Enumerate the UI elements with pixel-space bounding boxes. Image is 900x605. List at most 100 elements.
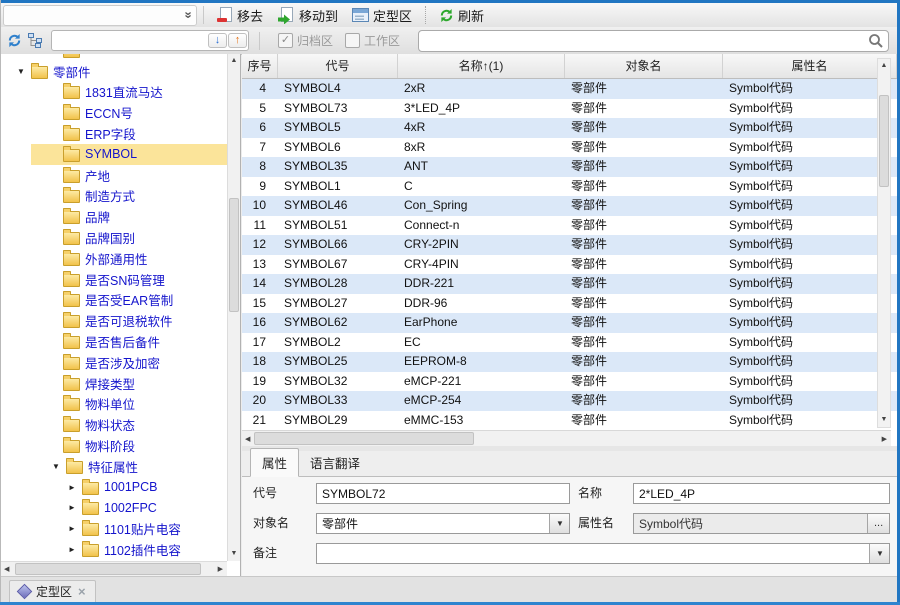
table-row[interactable]: 8 SYMBOL35 ANT 零部件 Symbol代码: [242, 157, 897, 177]
tree-expand-icon[interactable]: ►: [68, 524, 82, 533]
table-scroll-left-icon[interactable]: ◀: [245, 435, 250, 445]
tree-item[interactable]: 物料状态: [1, 414, 227, 435]
column-header-name-sorted[interactable]: 名称↑(1): [398, 54, 565, 78]
tree-expand-icon[interactable]: ▼: [17, 67, 31, 76]
toolbar-overflow-area[interactable]: »: [3, 5, 197, 26]
column-header-object[interactable]: 对象名: [565, 54, 723, 78]
table-row[interactable]: 11 SYMBOL51 Connect-n 零部件 Symbol代码: [242, 216, 897, 236]
table-row[interactable]: 10 SYMBOL46 Con_Spring 零部件 Symbol代码: [242, 196, 897, 216]
arrow-up-button[interactable]: ↑: [228, 33, 247, 48]
tree-filter-input[interactable]: [52, 33, 208, 48]
close-icon[interactable]: ×: [78, 585, 86, 598]
remove-button[interactable]: 移去: [210, 4, 270, 27]
tree-item[interactable]: ▼ 特征属性: [1, 456, 227, 477]
scroll-right-icon[interactable]: ▶: [218, 565, 223, 575]
object-dropdown-icon[interactable]: ▼: [549, 514, 569, 533]
table-row[interactable]: 20 SYMBOL33 eMCP-254 零部件 Symbol代码: [242, 391, 897, 411]
tree-item[interactable]: ECCN号: [1, 102, 227, 123]
tree-item[interactable]: ▼ 零部件: [1, 61, 227, 82]
tree-item[interactable]: SYMBOL: [1, 144, 227, 165]
attr-more-button[interactable]: ...: [867, 514, 889, 533]
table-row[interactable]: 19 SYMBOL32 eMCP-221 零部件 Symbol代码: [242, 372, 897, 392]
archive-checkbox[interactable]: ✓ 归档区: [278, 32, 333, 49]
scroll-left-icon[interactable]: ◀: [4, 565, 9, 575]
sidebar-horizontal-scrollbar[interactable]: ◀ ▶: [1, 561, 227, 576]
tree-item[interactable]: [1, 54, 227, 61]
remark-input[interactable]: [317, 544, 869, 563]
tree-item[interactable]: 外部通用性: [1, 248, 227, 269]
tab-translation[interactable]: 语言翻译: [299, 449, 371, 476]
table-row[interactable]: 12 SYMBOL66 CRY-2PIN 零部件 Symbol代码: [242, 235, 897, 255]
refresh-button[interactable]: 刷新: [432, 4, 491, 27]
tree-expand-icon[interactable]: ►: [68, 503, 82, 512]
tree-item[interactable]: ERP字段: [1, 123, 227, 144]
code-input[interactable]: [317, 484, 569, 503]
tree-item[interactable]: ► 1002FPC: [1, 498, 227, 519]
cell-code: SYMBOL5: [278, 118, 398, 138]
arrow-down-button[interactable]: ↓: [208, 33, 227, 48]
table-scroll-up-icon[interactable]: ▲: [878, 61, 890, 71]
tree-item[interactable]: 品牌国别: [1, 227, 227, 248]
tree-item[interactable]: 制造方式: [1, 186, 227, 207]
tree-item[interactable]: ► 1101贴片电容: [1, 518, 227, 539]
tree-item[interactable]: 1831直流马达: [1, 82, 227, 103]
finalize-area-button[interactable]: 定型区: [345, 4, 419, 27]
table-row[interactable]: 17 SYMBOL2 EC 零部件 Symbol代码: [242, 333, 897, 353]
table-row[interactable]: 21 SYMBOL29 eMMC-153 零部件 Symbol代码: [242, 411, 897, 431]
blue-refresh-icon[interactable]: [7, 33, 22, 48]
column-header-attr[interactable]: 属性名: [723, 54, 897, 78]
table-row[interactable]: 18 SYMBOL25 EEPROM-8 零部件 Symbol代码: [242, 352, 897, 372]
tree-item[interactable]: 是否可退税软件: [1, 310, 227, 331]
table-row[interactable]: 14 SYMBOL28 DDR-221 零部件 Symbol代码: [242, 274, 897, 294]
table-scroll-right-icon[interactable]: ▶: [882, 435, 887, 445]
column-header-code[interactable]: 代号: [278, 54, 398, 78]
finalize-area-tab[interactable]: 定型区 ×: [9, 580, 96, 602]
tree-expand-icon[interactable]: ▼: [52, 462, 66, 471]
move-to-button[interactable]: 移动到: [270, 4, 345, 27]
tree-item[interactable]: 是否SN码管理: [1, 269, 227, 290]
tree-item-label: 1102插件电容: [104, 540, 181, 559]
table-row[interactable]: 6 SYMBOL5 4xR 零部件 Symbol代码: [242, 118, 897, 138]
tree-item[interactable]: 物料单位: [1, 394, 227, 415]
table-horizontal-scrollbar[interactable]: ◀ ▶: [242, 430, 891, 446]
remark-dropdown-icon[interactable]: ▼: [869, 544, 889, 563]
tree-item[interactable]: 是否涉及加密: [1, 352, 227, 373]
sidebar-vertical-scrollbar[interactable]: ▲ ▼: [227, 54, 240, 561]
table-row[interactable]: 4 SYMBOL4 2xR 零部件 Symbol代码: [242, 79, 897, 99]
hierarchy-icon[interactable]: [28, 33, 43, 48]
column-header-index[interactable]: 序号: [242, 54, 278, 78]
scroll-up-icon[interactable]: ▲: [228, 56, 240, 66]
tree-item[interactable]: 是否受EAR管制: [1, 290, 227, 311]
table-row[interactable]: 13 SYMBOL67 CRY-4PIN 零部件 Symbol代码: [242, 255, 897, 275]
cell-attr: Symbol代码: [723, 313, 897, 333]
scroll-down-icon[interactable]: ▼: [228, 549, 240, 559]
table-scroll-down-icon[interactable]: ▼: [878, 415, 890, 425]
tree-item[interactable]: ► 1102插件电容: [1, 539, 227, 560]
tree-expand-icon[interactable]: ►: [68, 545, 82, 554]
table-vscroll-thumb[interactable]: [879, 95, 889, 187]
table-row[interactable]: 7 SYMBOL6 8xR 零部件 Symbol代码: [242, 138, 897, 158]
archive-checkbox-box[interactable]: ✓: [278, 33, 293, 48]
workspace-checkbox[interactable]: 工作区: [345, 32, 400, 49]
tree-item[interactable]: 是否售后备件: [1, 331, 227, 352]
table-hscroll-thumb[interactable]: [254, 432, 474, 445]
tree-item[interactable]: 焊接类型: [1, 373, 227, 394]
tree-item[interactable]: 物料阶段: [1, 435, 227, 456]
workspace-checkbox-box[interactable]: [345, 33, 360, 48]
chevron-overflow-icon[interactable]: »: [183, 11, 193, 18]
tree-item[interactable]: ► 1001PCB: [1, 477, 227, 498]
search-input[interactable]: [419, 34, 868, 48]
table-row[interactable]: 5 SYMBOL73 3*LED_4P 零部件 Symbol代码: [242, 99, 897, 119]
name-input[interactable]: [634, 484, 889, 503]
tree-expand-icon[interactable]: ►: [68, 483, 82, 492]
object-input[interactable]: [317, 514, 549, 533]
tree-item[interactable]: 品牌: [1, 206, 227, 227]
sidebar-hscroll-thumb[interactable]: [15, 563, 201, 575]
tree-item[interactable]: 产地: [1, 165, 227, 186]
table-row[interactable]: 15 SYMBOL27 DDR-96 零部件 Symbol代码: [242, 294, 897, 314]
sidebar-vscroll-thumb[interactable]: [229, 198, 239, 312]
tab-properties[interactable]: 属性: [250, 448, 299, 477]
table-row[interactable]: 9 SYMBOL1 C 零部件 Symbol代码: [242, 177, 897, 197]
table-row[interactable]: 16 SYMBOL62 EarPhone 零部件 Symbol代码: [242, 313, 897, 333]
table-vertical-scrollbar[interactable]: ▲ ▼: [877, 58, 891, 428]
